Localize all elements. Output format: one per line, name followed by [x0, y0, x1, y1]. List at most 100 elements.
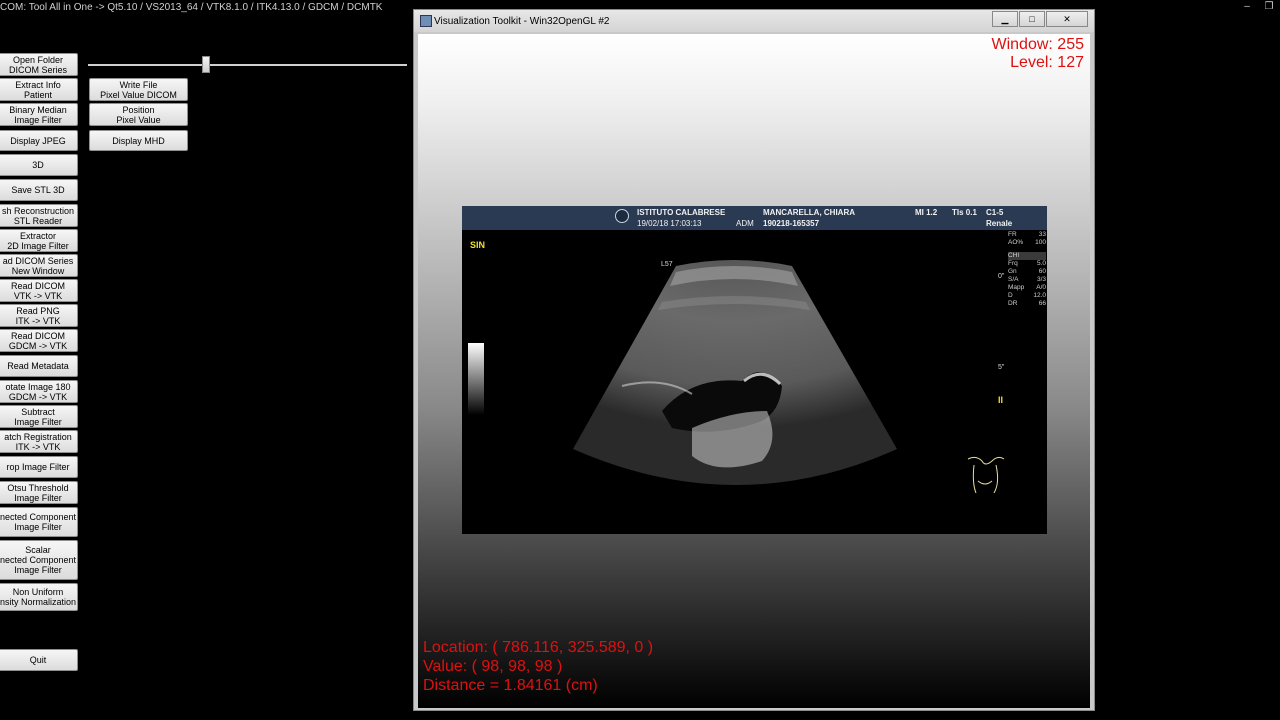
button-label: Read PNG [16, 305, 60, 316]
button-label: Display JPEG [10, 135, 66, 146]
button-label: Pixel Value DICOM [100, 89, 177, 100]
vtk-titlebar[interactable]: Visualization Toolkit - Win32OpenGL #2 ▁… [414, 10, 1094, 32]
button-label: Image Filter [14, 522, 62, 532]
open-folder-dicom-series-button[interactable]: Open Folder DICOM Series [0, 53, 78, 76]
button-label: Read DICOM [10, 330, 65, 341]
read-dicom-vtk-button[interactable]: Read DICOM VTK -> VTK [0, 279, 78, 302]
binary-median-filter-button[interactable]: Binary Median Image Filter [0, 103, 78, 126]
write-file-pixel-value-button[interactable]: Write File Pixel Value DICOM [89, 78, 188, 101]
button-label: STL Reader [13, 215, 63, 226]
crop-image-filter-button[interactable]: rop Image Filter [0, 456, 78, 478]
restore-icon[interactable]: ❐ [1258, 0, 1280, 14]
button-label: Binary Median [9, 104, 67, 115]
button-label: 2D Image Filter [7, 240, 69, 251]
mesh-reconstruction-button[interactable]: sh Reconstruction STL Reader [0, 204, 78, 227]
extractor-2d-filter-button[interactable]: Extractor 2D Image Filter [0, 229, 78, 252]
position-pixel-value-button[interactable]: Position Pixel Value [89, 103, 188, 126]
button-label: Image Filter [14, 416, 62, 427]
button-label: Read Metadata [7, 361, 69, 371]
button-label: ITK -> VTK [15, 315, 61, 326]
button-label: Image Filter [14, 492, 62, 503]
minimize-icon[interactable]: – [1236, 0, 1258, 14]
button-label: Display MHD [112, 135, 165, 146]
param-value: A/0 [1036, 284, 1046, 291]
display-jpeg-button[interactable]: Display JPEG [0, 130, 78, 151]
button-label: Subtract [21, 406, 55, 417]
button-label: Position [122, 104, 155, 115]
param-value: 12.0 [1033, 292, 1046, 299]
quit-button[interactable]: Quit [0, 649, 78, 671]
otsu-threshold-button[interactable]: Otsu Threshold Image Filter [0, 481, 78, 504]
render-viewport[interactable]: Window: 255 Level: 127 ISTITUTO CALABRES… [418, 34, 1090, 708]
button-label: Open Folder [12, 54, 64, 65]
param-value: 60 [1038, 268, 1046, 275]
depth-marker-0: 0" [998, 273, 1005, 280]
main-window-controls: – ❐ [1236, 0, 1280, 14]
match-registration-button[interactable]: atch Registration ITK -> VTK [0, 430, 78, 453]
location-readout: Location: ( 786.116, 325.589, 0 ) [423, 639, 654, 656]
extract-info-patient-button[interactable]: Extract Info Patient [0, 78, 78, 101]
button-label: Extract Info [15, 79, 61, 90]
button-label: Write File [119, 79, 158, 90]
button-label: Patient [23, 89, 53, 100]
button-label: atch Registration [4, 431, 72, 442]
slider-handle[interactable] [202, 56, 211, 73]
param-value: 3/3 [1036, 276, 1046, 283]
button-label: GDCM -> VTK [8, 340, 68, 351]
close-icon[interactable]: ✕ [1046, 11, 1088, 27]
read-metadata-button[interactable]: Read Metadata [0, 355, 78, 377]
3d-button[interactable]: 3D [0, 154, 78, 176]
subtract-filter-button[interactable]: Subtract Image Filter [0, 405, 78, 428]
button-label: nsity Normalization [0, 597, 77, 607]
button-label: VTK -> VTK [13, 290, 63, 301]
ultrasound-scan [573, 260, 897, 485]
button-label: DICOM Series [8, 64, 67, 75]
button-label: Otsu Threshold [7, 482, 69, 493]
param-key: FR [1008, 231, 1017, 238]
non-uniform-normalization-button[interactable]: Non Uniform nsity Normalization [0, 583, 78, 611]
param-key: Frq [1008, 260, 1018, 267]
display-mhd-button[interactable]: Display MHD [89, 130, 188, 151]
ultrasound-image[interactable]: ISTITUTO CALABRESE 19/02/18 17:03:13 ADM… [462, 206, 1047, 534]
param-key: D [1008, 292, 1013, 299]
button-label: Pixel Value [116, 114, 161, 125]
button-label: Non Uniform [12, 587, 64, 597]
read-dicom-series-new-window-button[interactable]: ad DICOM Series New Window [0, 254, 78, 277]
param-value: 66 [1038, 300, 1046, 307]
vtk-window-title: Visualization Toolkit - Win32OpenGL #2 [434, 15, 610, 27]
pick-info-overlay: Location: ( 786.116, 325.589, 0 ) Value:… [423, 638, 653, 695]
read-png-button[interactable]: Read PNG ITK -> VTK [0, 304, 78, 327]
scalar-connected-component-button[interactable]: Scalar nected Component Image Filter [0, 540, 78, 580]
button-label: ITK -> VTK [15, 441, 61, 452]
connected-component-button[interactable]: nected Component Image Filter [0, 507, 78, 537]
read-dicom-gdcm-button[interactable]: Read DICOM GDCM -> VTK [0, 329, 78, 352]
app-title: COM: Tool All in One -> Qt5.10 / VS2013_… [0, 2, 383, 13]
button-label: ad DICOM Series [2, 255, 74, 266]
button-label: nected Component [0, 512, 77, 522]
button-label: Read DICOM [10, 280, 65, 291]
scan-parameters: FR 33 AO% 100 CHI Frq 5.0 Gn 60 S/A 3/3 Mapp A… [1008, 231, 1046, 308]
button-label: GDCM -> VTK [8, 391, 68, 402]
button-label: Scalar [25, 545, 51, 555]
focus-marker-icon: II [998, 395, 1004, 405]
distance-readout: Distance = 1.84161 (cm) [423, 677, 598, 694]
minimize-icon[interactable]: ▁ [992, 11, 1018, 27]
button-label: rop Image Filter [6, 462, 70, 472]
level-value: Level: 127 [1010, 54, 1084, 71]
window-level-overlay: Window: 255 Level: 127 [992, 36, 1085, 72]
button-label: nected Component [0, 555, 77, 565]
param-key: DR [1008, 300, 1018, 307]
button-label: Save STL 3D [11, 185, 65, 195]
param-value: 100 [1035, 239, 1046, 246]
save-stl-3d-button[interactable]: Save STL 3D [0, 179, 78, 201]
param-key: S/A [1008, 276, 1019, 283]
maximize-icon[interactable]: □ [1019, 11, 1045, 27]
button-label: New Window [11, 265, 65, 276]
vtk-render-window: Visualization Toolkit - Win32OpenGL #2 ▁… [413, 9, 1095, 711]
depth-label: L57 [661, 261, 673, 268]
slider-track[interactable] [88, 64, 407, 66]
param-key: Mapp [1008, 284, 1025, 291]
rotate-image-180-button[interactable]: otate Image 180 GDCM -> VTK [0, 380, 78, 403]
body-marker-icon [967, 456, 1005, 494]
button-label: Image Filter [14, 565, 62, 575]
